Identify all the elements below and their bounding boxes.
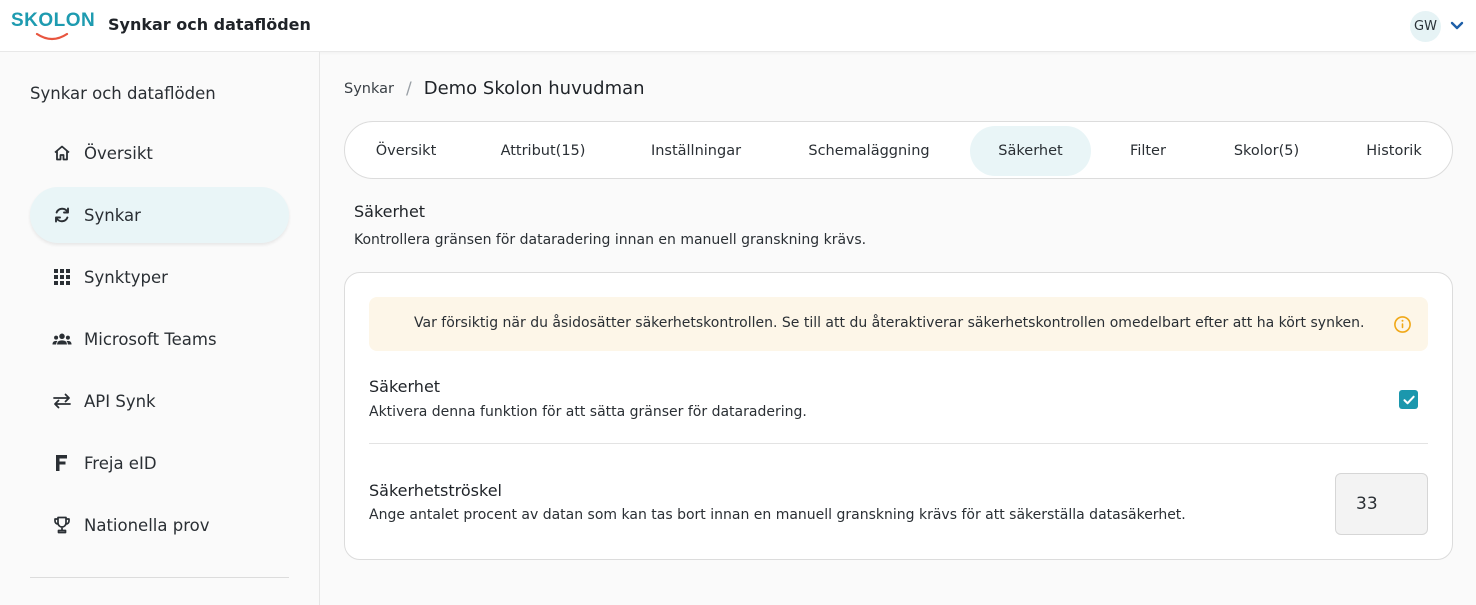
- sidebar-item-freja-eid[interactable]: Freja eID: [30, 435, 289, 491]
- tab-skolor[interactable]: Skolor(5): [1218, 126, 1315, 176]
- skolon-logo[interactable]: SKOLON: [11, 10, 95, 42]
- tab-installningar[interactable]: Inställningar: [627, 126, 765, 176]
- sidebar-item-oversikt[interactable]: Översikt: [30, 125, 289, 181]
- top-bar: SKOLON Synkar och dataflöden GW: [0, 0, 1476, 52]
- row-divider: [369, 443, 1428, 444]
- security-settings-card: Var försiktig när du åsidosätter säkerhe…: [344, 272, 1453, 560]
- tab-historik[interactable]: Historik: [1349, 126, 1439, 176]
- people-icon: [52, 329, 72, 349]
- threshold-input[interactable]: [1335, 473, 1428, 535]
- sync-icon: [52, 205, 72, 225]
- sidebar-item-label: Freja eID: [84, 453, 157, 473]
- threshold-description: Ange antalet procent av datan som kan ta…: [369, 507, 1186, 523]
- sidebar-heading: Synkar och dataflöden: [30, 84, 216, 103]
- breadcrumb-link-synkar[interactable]: Synkar: [344, 81, 394, 97]
- app-title: Synkar och dataflöden: [108, 15, 311, 34]
- sidebar: Synkar och dataflöden Översikt Synkar Sy…: [0, 52, 320, 605]
- sidebar-item-label: Nationella prov: [84, 515, 210, 535]
- sidebar-item-synkar[interactable]: Synkar: [30, 187, 289, 243]
- swap-arrows-icon: [52, 391, 72, 411]
- sidebar-divider: [30, 577, 289, 578]
- threshold-title: Säkerhetströskel: [369, 481, 502, 500]
- info-icon: [1394, 316, 1411, 333]
- breadcrumb: Synkar / Demo Skolon huvudman: [344, 78, 645, 99]
- security-description: Aktivera denna funktion för att sätta gr…: [369, 404, 807, 420]
- tab-filter[interactable]: Filter: [1110, 126, 1186, 176]
- sidebar-item-label: Översikt: [84, 143, 153, 163]
- warning-alert: Var försiktig när du åsidosätter säkerhe…: [369, 297, 1428, 351]
- home-icon: [52, 143, 72, 163]
- sidebar-item-label: Synkar: [84, 205, 141, 225]
- sidebar-item-synktyper[interactable]: Synktyper: [30, 249, 289, 305]
- grid-icon: [52, 267, 72, 287]
- tab-sakerhet[interactable]: Säkerhet: [970, 126, 1091, 176]
- tab-schemalaggning[interactable]: Schemaläggning: [785, 126, 953, 176]
- tab-bar: Översikt Attribut(15) Inställningar Sche…: [344, 121, 1453, 179]
- page-title: Demo Skolon huvudman: [423, 78, 645, 99]
- checkmark-icon: [1402, 395, 1415, 404]
- security-checkbox[interactable]: [1399, 390, 1418, 409]
- trophy-icon: [52, 515, 72, 535]
- sidebar-item-microsoft-teams[interactable]: Microsoft Teams: [30, 311, 289, 367]
- sidebar-item-label: API Synk: [84, 391, 156, 411]
- tab-attribut[interactable]: Attribut(15): [479, 126, 607, 176]
- breadcrumb-separator: /: [405, 78, 412, 99]
- section-title: Säkerhet: [354, 202, 426, 221]
- logo-smile-icon: [35, 32, 69, 41]
- sidebar-item-api-synk[interactable]: API Synk: [30, 373, 289, 429]
- sidebar-item-label: Synktyper: [84, 267, 168, 287]
- logo-text: SKOLON: [11, 10, 96, 31]
- tab-oversikt[interactable]: Översikt: [353, 126, 459, 176]
- sidebar-item-nationella-prov[interactable]: Nationella prov: [30, 497, 289, 553]
- alert-text: Var försiktig när du åsidosätter säkerhe…: [414, 315, 1365, 331]
- freja-logo-icon: [52, 453, 72, 473]
- sidebar-item-label: Microsoft Teams: [84, 329, 217, 349]
- section-description: Kontrollera gränsen för dataradering inn…: [354, 232, 867, 248]
- chevron-down-icon[interactable]: [1450, 20, 1464, 32]
- user-avatar[interactable]: GW: [1410, 11, 1441, 42]
- security-title: Säkerhet: [369, 377, 441, 396]
